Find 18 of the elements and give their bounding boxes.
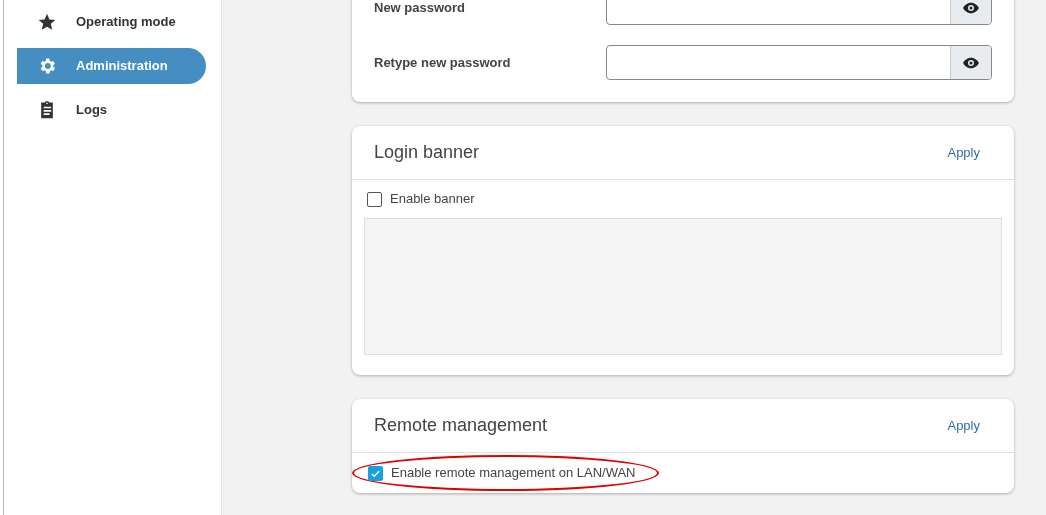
sidebar-item[interactable]: Administration [17,48,206,84]
field-label: New password [374,0,467,17]
card-title: Login banner [374,141,480,164]
checkbox[interactable] [368,465,383,481]
password-field[interactable] [606,45,992,80]
checkbox-label: Enable banner [390,190,475,209]
apply-link[interactable]: Apply [947,142,980,163]
checkbox[interactable] [367,191,382,207]
password-field[interactable] [606,0,992,25]
apply-link[interactable]: Apply [947,415,980,436]
show-password-button[interactable] [950,0,991,24]
star-icon [37,12,57,32]
sidebar-item[interactable]: Logs [17,92,206,128]
sidebar-item[interactable]: Operating mode [17,4,206,40]
checkbox-label: Enable remote management on LAN/WAN [391,464,636,483]
show-password-button[interactable] [950,46,991,79]
card-title: Remote management [374,414,548,437]
field-label: Retype new password [374,53,512,72]
